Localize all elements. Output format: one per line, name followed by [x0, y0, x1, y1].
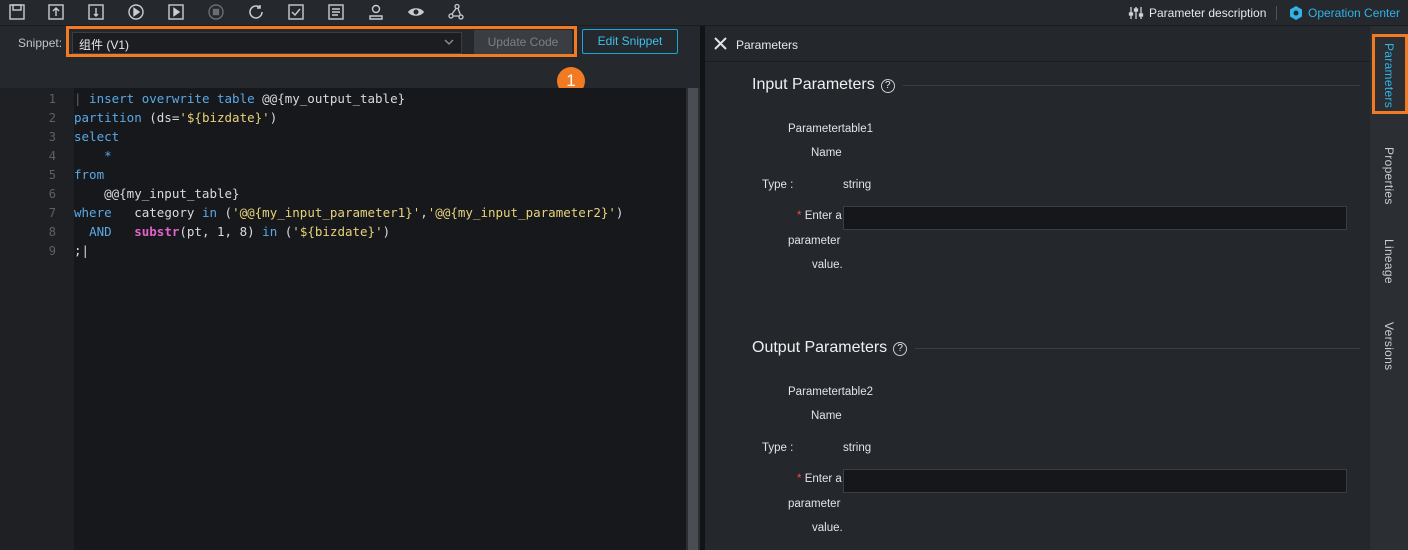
required-mark: *: [797, 473, 802, 485]
enter-value-label-2: parameter: [788, 235, 841, 247]
code-editor[interactable]: 1 2 3 4 5 6 7 8 9 | insert overwrite tab…: [0, 88, 700, 550]
type-label: Type :: [762, 442, 794, 454]
toolbar-separator: [1276, 6, 1277, 20]
type-value: string: [843, 179, 872, 191]
line-gutter: 1 2 3 4 5 6 7 8 9: [0, 88, 74, 550]
type-label: Type :: [762, 179, 794, 191]
people-icon[interactable]: [367, 3, 385, 21]
panel-title: Parameters: [736, 38, 799, 52]
close-icon[interactable]: [714, 37, 727, 50]
format-icon[interactable]: [287, 3, 305, 21]
output-parameter-value-field[interactable]: [843, 469, 1347, 493]
save-icon[interactable]: [8, 3, 26, 21]
deploy-icon[interactable]: [87, 3, 105, 21]
line-number: 9: [48, 244, 56, 258]
highlight-box-snippet: [66, 26, 577, 57]
line-number: 5: [48, 168, 56, 182]
input-parameter-value-field[interactable]: [843, 206, 1347, 230]
param-name-label: Parametertable2: [788, 386, 874, 398]
run-icon[interactable]: [127, 3, 145, 21]
code-area[interactable]: [74, 88, 686, 550]
line-number: 4: [48, 149, 56, 163]
tab-versions[interactable]: Versions: [1370, 306, 1408, 386]
editor-scrollbar[interactable]: [686, 88, 700, 550]
param-name-label: Parametertable1: [788, 123, 874, 135]
reload-icon[interactable]: [247, 3, 265, 21]
output-parameters-title: Output Parameters?: [752, 339, 908, 357]
code-line: @@{my_input_table}: [74, 186, 240, 201]
help-icon[interactable]: ?: [880, 79, 895, 93]
operation-center-link[interactable]: Operation Center: [1288, 0, 1400, 26]
enter-value-label: * Enter a: [797, 473, 842, 485]
output-parameters-label: Output Parameters: [752, 339, 888, 356]
type-value: string: [843, 442, 872, 454]
code-line: | insert overwrite table @@{my_output_ta…: [74, 91, 406, 106]
panel-header: Parameters: [705, 26, 1370, 62]
lineage-graph-icon[interactable]: [447, 3, 465, 21]
line-number: 7: [48, 206, 56, 220]
input-parameters-label: Input Parameters: [752, 76, 875, 93]
preview-icon[interactable]: [407, 3, 425, 21]
parameter-description-label: Parameter description: [1149, 6, 1267, 20]
operation-center-icon: [1288, 5, 1304, 21]
run-with-params-icon[interactable]: [167, 3, 185, 21]
edit-snippet-button[interactable]: Edit Snippet: [582, 29, 678, 54]
line-number: 3: [48, 130, 56, 144]
submit-icon[interactable]: [47, 3, 65, 21]
param-name-label-2: Name: [811, 410, 842, 422]
toolbar: Parameter description Operation Center: [0, 0, 1408, 26]
operation-center-label: Operation Center: [1308, 6, 1401, 20]
enter-value-label-3: value.: [812, 259, 843, 271]
tab-properties[interactable]: Properties: [1370, 136, 1408, 216]
enter-value-label-3: value.: [812, 522, 843, 534]
code-line: AND substr(pt, 1, 8) in ('${bizdate}'): [89, 224, 391, 239]
log-icon[interactable]: [327, 3, 345, 21]
line-number: 1: [48, 92, 56, 106]
enter-value-label-1: Enter a: [804, 473, 842, 485]
code-line: select: [74, 129, 120, 144]
help-icon[interactable]: ?: [893, 342, 908, 356]
sliders-icon: [1128, 5, 1144, 21]
enter-value-label-1: Enter a: [804, 210, 842, 222]
line-number: 8: [48, 225, 56, 239]
enter-value-label: * Enter a: [797, 210, 842, 222]
code-line: from: [74, 167, 105, 182]
line-number: 6: [48, 187, 56, 201]
parameters-panel: Parameters Input Parameters? Parameterta…: [705, 26, 1370, 550]
param-name-label-2: Name: [811, 147, 842, 159]
scrollbar-thumb[interactable]: [688, 88, 698, 550]
input-parameters-title: Input Parameters?: [752, 76, 895, 94]
section-divider: [903, 85, 1360, 86]
code-line: ;|: [74, 243, 90, 258]
tab-lineage[interactable]: Lineage: [1370, 226, 1408, 296]
code-line: partition (ds='${bizdate}'): [74, 110, 278, 125]
section-divider: [915, 348, 1360, 349]
parameter-description-link[interactable]: Parameter description: [1128, 0, 1266, 26]
snippet-label: Snippet:: [18, 36, 63, 50]
highlight-box-parameters-tab: [1372, 34, 1408, 114]
required-mark: *: [797, 210, 802, 222]
stop-icon[interactable]: [207, 3, 225, 21]
line-number: 2: [48, 111, 56, 125]
enter-value-label-2: parameter: [788, 498, 841, 510]
code-line: where category in ('@@{my_input_paramete…: [74, 205, 624, 220]
code-line: *: [104, 148, 112, 163]
